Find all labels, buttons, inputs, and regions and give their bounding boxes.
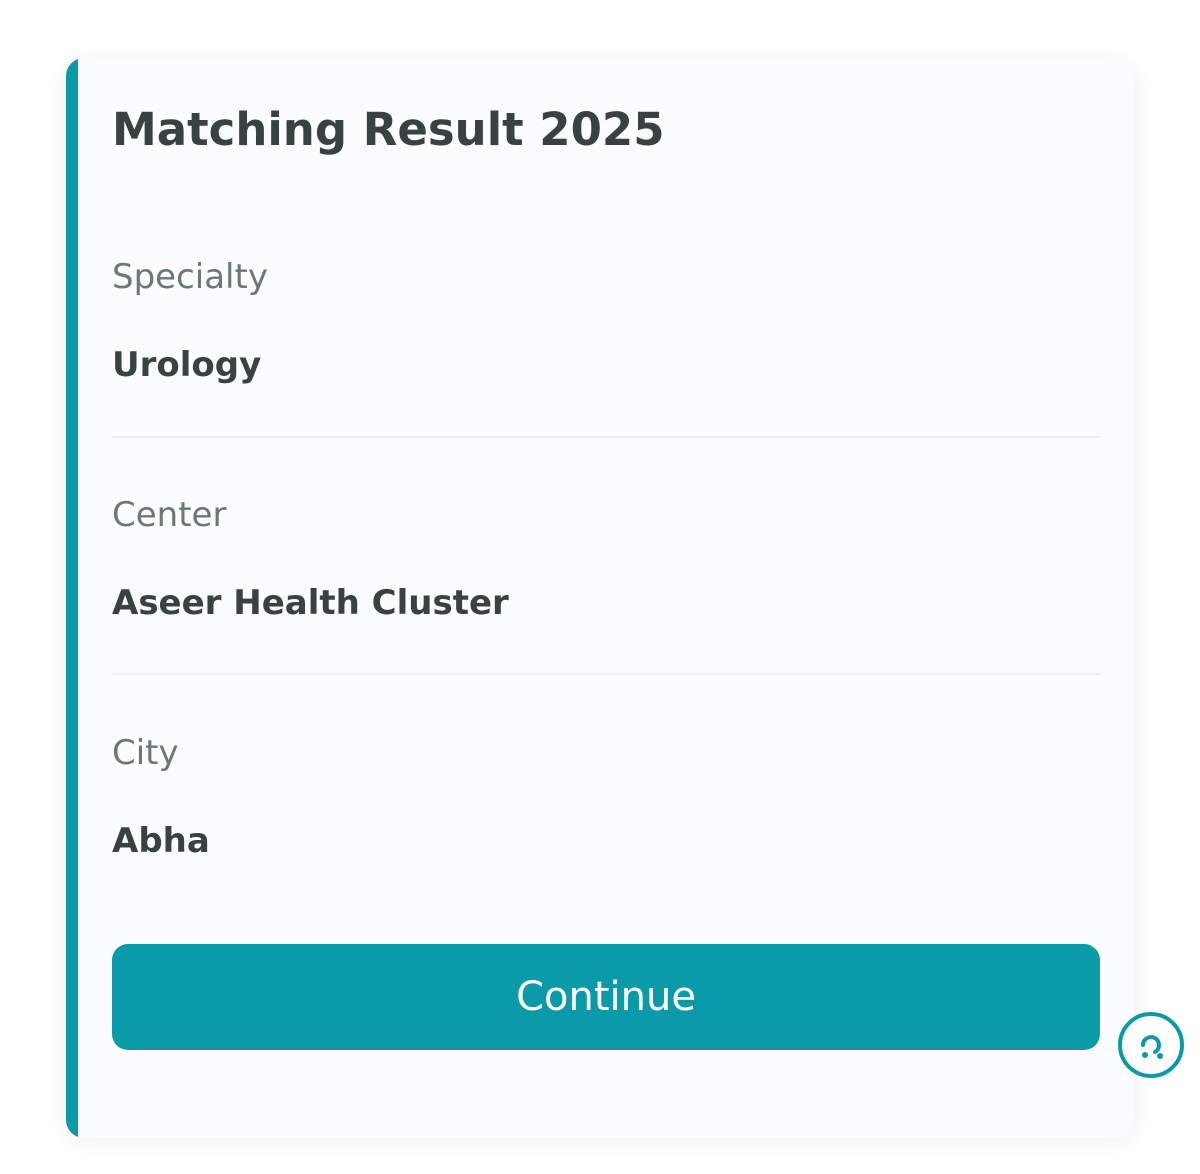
card-accent-bar: [66, 58, 78, 1138]
center-label: Center: [112, 495, 227, 535]
specialty-value: Urology: [112, 345, 262, 385]
help-button[interactable]: [1118, 1012, 1184, 1078]
divider: [112, 436, 1100, 438]
city-value: Abha: [112, 821, 210, 861]
center-value: Aseer Health Cluster: [112, 583, 509, 623]
specialty-label: Specialty: [112, 257, 268, 297]
card-title: Matching Result 2025: [112, 103, 665, 156]
continue-button[interactable]: Continue: [112, 944, 1100, 1050]
help-chat-icon: [1141, 1035, 1163, 1059]
city-label: City: [112, 733, 179, 773]
divider: [112, 673, 1100, 675]
matching-result-card: Matching Result 2025 Specialty Urology C…: [66, 58, 1134, 1138]
